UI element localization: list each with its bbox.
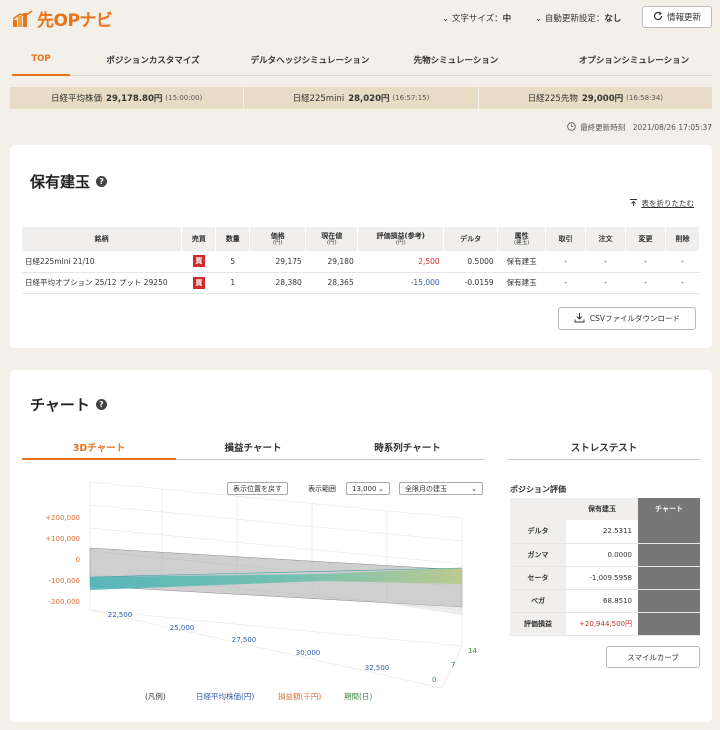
z-tick-label: +100,000: [45, 535, 80, 543]
tab-stress-test[interactable]: ストレステスト: [508, 440, 700, 454]
clock-icon: [567, 122, 576, 133]
table-header-row: 保有建玉 チャート: [510, 498, 700, 520]
col-header: 価格 (円): [249, 227, 307, 251]
table-header-row: 銘柄 売買 数量 価格 (円) 現在値 (円) 評価損益(参考) (円) デルタ 属性…: [22, 227, 701, 251]
evaluation-table: 保有建玉 チャート デルタ 22.5311 ガンマ 0.0000 セータ -1,…: [510, 498, 700, 636]
col-header: 注文: [585, 227, 626, 251]
collapse-table-link[interactable]: 表を折りたたむ: [629, 198, 694, 209]
order-action[interactable]: -: [585, 272, 626, 294]
tab-3d-chart[interactable]: 3Dチャート: [22, 440, 176, 454]
col-header: 現在値 (円): [305, 227, 359, 251]
tab-pl-chart[interactable]: 損益チャート: [176, 440, 330, 454]
help-icon[interactable]: ?: [96, 176, 108, 187]
evaluation-title: ポジション評価: [510, 485, 566, 494]
stress-test-tabs: ストレステスト: [508, 434, 700, 460]
col-header: 売買: [181, 227, 217, 251]
trade-action[interactable]: -: [545, 272, 586, 294]
refresh-icon: [653, 10, 663, 24]
bar-chart-logo-icon: [12, 9, 34, 28]
header: 先OPナビ ⌄ 文字サイズ：中 ⌄ 自動更新設定：なし 情報更新: [0, 0, 720, 36]
table-row: ベガ 68.8510: [510, 589, 700, 613]
table-row: 日経平均オプション 25/12 プット 29250 買 1 28,380 28,…: [22, 272, 700, 294]
legend-x: 日経平均株価(円): [196, 692, 255, 701]
last-updated: 最終更新時刻 2021/08/26 17:05:37: [567, 122, 712, 133]
chart-tabs: 3Dチャート 損益チャート 時系列チャート: [22, 434, 485, 460]
change-action[interactable]: -: [625, 272, 666, 294]
col-header: 変更: [625, 227, 666, 251]
help-icon[interactable]: ?: [95, 399, 107, 410]
nav-delta-hedge[interactable]: デルタヘッジシミュレーション: [234, 54, 386, 66]
main-nav: TOP ポジションカスタマイズ デルタヘッジシミュレーション 先物シミュレーショ…: [12, 48, 712, 76]
nav-futures-sim[interactable]: 先物シミュレーション: [400, 54, 512, 66]
ticker-nikkei-mini: 日経225mini 28,020円 (16:57:15): [244, 87, 479, 109]
y-tick-label: 14: [468, 647, 477, 655]
delete-action[interactable]: -: [665, 272, 700, 294]
z-tick-label: +200,000: [45, 514, 80, 522]
positions-table: 銘柄 売買 数量 価格 (円) 現在値 (円) 評価損益(参考) (円) デルタ 属性…: [22, 227, 701, 294]
order-action[interactable]: -: [585, 251, 626, 273]
z-tick-label: -100,000: [49, 577, 80, 585]
logo-text: 先OPナビ: [37, 11, 113, 31]
buy-badge: 買: [192, 276, 205, 289]
chart-card: チャート ? 3Dチャート 損益チャート 時系列チャート ストレステスト 表示位…: [10, 370, 712, 722]
auto-update-setting[interactable]: ⌄ 自動更新設定：なし: [535, 12, 621, 24]
price-ticker: 日経平均株価 29,178.80円 (15:00:00) 日経225mini 2…: [10, 87, 712, 109]
tab-active-indicator: [22, 458, 176, 460]
table-row: セータ -1,009.5958: [510, 566, 700, 590]
table-row: 日経225mini 21/10 買 5 29,175 29,180 2,500 …: [22, 251, 700, 273]
x-tick-label: 32,500: [365, 664, 390, 672]
table-row: デルタ 22.5311: [510, 520, 700, 544]
col-header: デルタ: [443, 227, 499, 251]
col-header: 銘柄: [22, 227, 183, 251]
chevron-down-icon: ⌄: [442, 14, 450, 24]
refresh-button[interactable]: 情報更新: [642, 6, 712, 28]
table-row: 評価損益 +20,944,500円: [510, 612, 700, 636]
change-action[interactable]: -: [625, 251, 666, 273]
ticker-nikkei-avg: 日経平均株価 29,178.80円 (15:00:00): [10, 87, 245, 109]
positions-title: 保有建玉 ?: [30, 171, 108, 192]
tab-timeseries-chart[interactable]: 時系列チャート: [330, 440, 485, 454]
legend-label: (凡例): [145, 692, 166, 701]
y-tick-label: 7: [451, 661, 455, 669]
logo[interactable]: 先OPナビ: [12, 6, 113, 31]
legend-z: 損益額(千円): [278, 692, 322, 701]
csv-download-button[interactable]: CSVファイルダウンロード: [558, 307, 696, 330]
y-tick-label: 0: [432, 676, 436, 684]
download-icon: [574, 312, 585, 325]
trade-action[interactable]: -: [545, 251, 586, 273]
col-header: 属性 (建玉): [497, 227, 547, 251]
col-header: 評価損益(参考) (円): [357, 227, 445, 251]
chevron-down-icon: ⌄: [535, 14, 543, 24]
z-tick-label: 0: [76, 556, 80, 564]
chart-title: チャート ?: [30, 394, 107, 415]
table-row: ガンマ 0.0000: [510, 543, 700, 567]
x-tick-label: 27,500: [232, 636, 257, 644]
font-size-setting[interactable]: ⌄ 文字サイズ：中: [442, 12, 511, 24]
col-header: 取引: [545, 227, 587, 251]
buy-badge: 買: [192, 255, 205, 268]
nav-option-sim[interactable]: オプションシミュレーション: [560, 54, 708, 66]
col-header: 削除: [665, 227, 701, 251]
3d-pl-chart[interactable]: +200,000 +100,000 0 -100,000 -200,000 22…: [22, 482, 492, 692]
legend-y: 期間(日): [344, 692, 373, 701]
x-tick-label: 30,000: [296, 649, 321, 657]
col-header: 保有建玉: [566, 498, 638, 520]
col-header: 数量: [215, 227, 251, 251]
positions-card: 保有建玉 ? 表を折りたたむ 銘柄 売買 数量 価格 (円) 現在値 (円) 評価損…: [10, 145, 712, 348]
col-header: チャート: [638, 498, 700, 520]
z-tick-label: -200,000: [49, 598, 80, 606]
x-tick-label: 25,000: [170, 624, 195, 632]
smile-curve-button[interactable]: スマイルカーブ: [606, 646, 700, 668]
x-tick-label: 22,500: [108, 611, 133, 619]
nav-top[interactable]: TOP: [12, 54, 70, 64]
nav-position-customize[interactable]: ポジションカスタマイズ: [88, 54, 218, 66]
ticker-nikkei-futures: 日経225先物 29,000円 (16:58:34): [527, 94, 664, 104]
delete-action[interactable]: -: [665, 251, 700, 273]
collapse-icon: [629, 198, 638, 209]
nav-active-indicator: [12, 74, 70, 76]
